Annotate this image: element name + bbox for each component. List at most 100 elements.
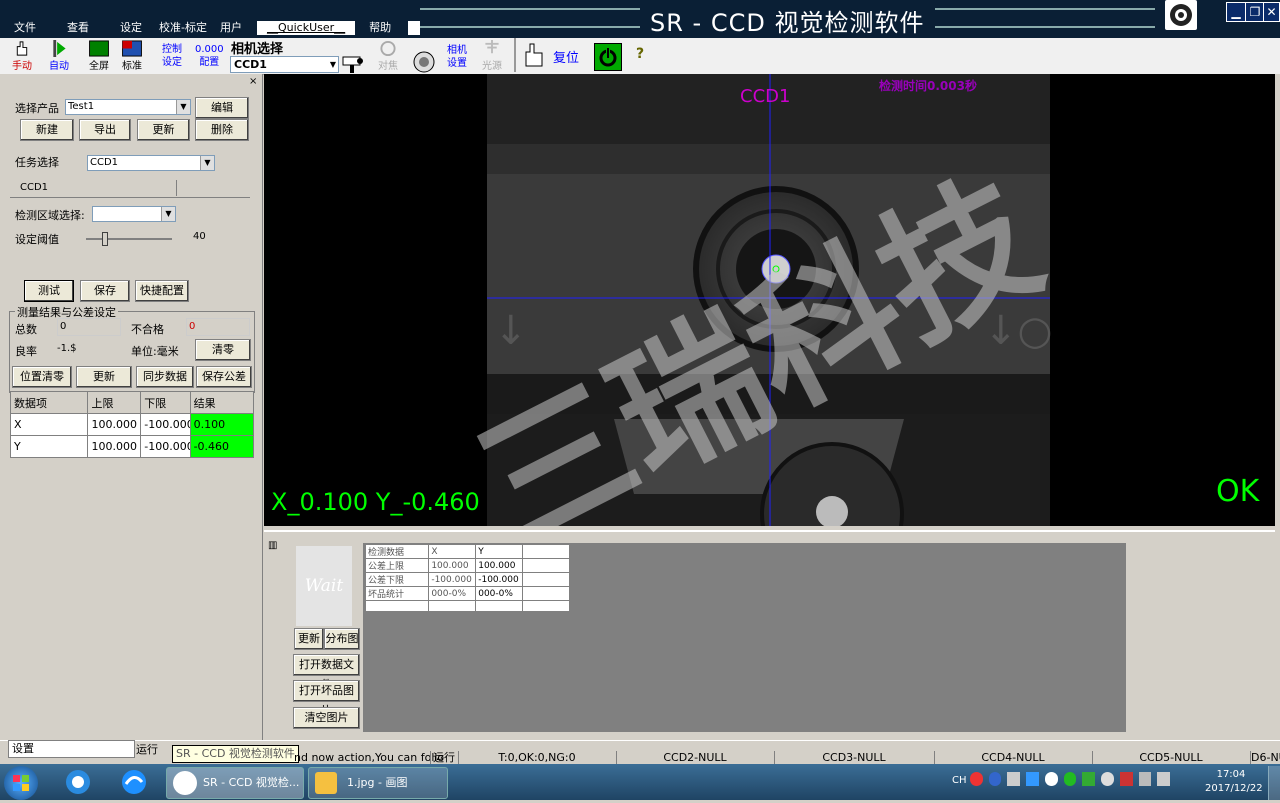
help-icon[interactable] bbox=[988, 772, 1002, 786]
capture-button[interactable] bbox=[410, 42, 438, 74]
volume-icon[interactable] bbox=[1157, 772, 1171, 786]
menu-quickuser[interactable]: __QuickUser__ bbox=[256, 21, 356, 35]
manual-button[interactable]: 手动 bbox=[8, 40, 36, 72]
table-cell: 100.000 bbox=[87, 435, 142, 458]
quick-config-button[interactable]: 快捷配置 bbox=[135, 280, 189, 302]
table-header: X bbox=[428, 544, 477, 559]
standard-view-icon bbox=[122, 40, 142, 57]
status-run-label: 运行 bbox=[430, 751, 457, 764]
table-cell: 000-0% bbox=[475, 586, 524, 601]
auto-button[interactable]: 自动 bbox=[46, 40, 72, 72]
window-title: SR - CCD 视觉检测软件 bbox=[650, 9, 925, 37]
region-select[interactable]: ▼ bbox=[92, 206, 176, 222]
product-select[interactable]: Test1 ▼ bbox=[65, 99, 191, 115]
browser-icon[interactable] bbox=[62, 768, 94, 796]
open-bad-image-button[interactable]: 打开坏品图片 bbox=[293, 680, 360, 717]
language-indicator[interactable]: CH bbox=[952, 775, 967, 786]
clear-images-button[interactable]: 清空图片 bbox=[293, 707, 360, 729]
flag-icon[interactable] bbox=[1119, 772, 1133, 786]
menu-user[interactable]: 用户 bbox=[218, 19, 253, 37]
taskbar-app-ccd[interactable]: SR - CCD 视觉检... bbox=[166, 767, 304, 799]
light-icon bbox=[485, 40, 499, 54]
fail-value: 0 bbox=[186, 318, 250, 336]
clear-button[interactable]: 清零 bbox=[195, 339, 251, 361]
close-button[interactable]: ✕ bbox=[1263, 2, 1280, 22]
reset-hand-icon[interactable] bbox=[520, 40, 550, 70]
position-clear-button[interactable]: 位置清零 bbox=[12, 366, 72, 388]
new-button[interactable]: 新建 bbox=[20, 119, 74, 141]
menu-calibration[interactable]: 校准-标定 bbox=[153, 19, 218, 37]
eye-tray-icon[interactable] bbox=[1044, 772, 1058, 786]
tolerance-table: 检测数据 X Y 公差上限 100.000 100.000 公差下限 -100.… bbox=[364, 544, 570, 612]
region-label: 检测区域选择: bbox=[15, 209, 85, 222]
menu-settings[interactable]: 设定 bbox=[100, 19, 153, 37]
table-header-row: 数据项 上限 下限 结果 bbox=[9, 391, 255, 414]
settings-tray-icon[interactable] bbox=[1007, 772, 1021, 786]
start-button-icon[interactable] bbox=[4, 766, 38, 800]
edit-button[interactable]: 编辑 bbox=[195, 97, 249, 119]
focus-button[interactable]: 对焦 bbox=[374, 40, 402, 72]
sogou-icon[interactable] bbox=[970, 772, 983, 786]
save-tolerance-button[interactable]: 保存公差 bbox=[196, 366, 252, 388]
table-row[interactable]: X 100.000 -100.000 0.100 bbox=[9, 413, 255, 436]
distribution-button[interactable]: 分布图 bbox=[324, 628, 360, 650]
save-button[interactable]: 保存 bbox=[80, 280, 130, 302]
shield-icon[interactable] bbox=[1101, 772, 1114, 786]
wechat-icon[interactable] bbox=[1063, 772, 1077, 786]
title-decoration-left bbox=[420, 8, 640, 28]
table-cell: 000-0% bbox=[428, 586, 477, 601]
panel-close-icon[interactable]: × bbox=[249, 76, 257, 87]
table-cell: -100.000 bbox=[140, 413, 191, 436]
fail-label: 不合格 bbox=[131, 323, 164, 336]
network-icon[interactable] bbox=[1138, 772, 1152, 786]
clock[interactable]: 17:04 2017/12/22 bbox=[1205, 768, 1263, 796]
tab-ccd1[interactable]: CCD1 bbox=[10, 180, 177, 196]
tab-settings[interactable]: 设置 bbox=[8, 740, 135, 758]
security-icon[interactable] bbox=[1082, 772, 1096, 786]
show-desktop-button[interactable] bbox=[1268, 766, 1280, 800]
system-tray bbox=[970, 772, 1171, 792]
star-icon[interactable] bbox=[1026, 772, 1039, 786]
standard-button[interactable]: 标准 bbox=[119, 40, 145, 72]
clock-date: 2017/12/22 bbox=[1205, 783, 1263, 794]
light-source-button[interactable]: 光源 bbox=[478, 40, 506, 72]
power-icon[interactable] bbox=[594, 43, 622, 71]
results-table: 数据项 上限 下限 结果 X 100.000 -100.000 0.100 Y … bbox=[9, 391, 255, 458]
browser2-icon[interactable] bbox=[118, 768, 150, 796]
minimize-button[interactable]: ▁ bbox=[1226, 2, 1246, 22]
delete-button[interactable]: 删除 bbox=[195, 119, 249, 141]
threshold-slider[interactable] bbox=[86, 232, 172, 246]
test-button[interactable]: 测试 bbox=[24, 280, 74, 302]
config-button[interactable]: 0.000 配置 bbox=[195, 43, 224, 69]
camera-icon-button[interactable] bbox=[340, 42, 366, 74]
camera-view[interactable]: ↓ ↓○ 三瑞科技 CCD1 检测时间0.003秒 X_0.100 Y_-0.4… bbox=[264, 74, 1275, 526]
eye-logo-icon[interactable] bbox=[1165, 0, 1197, 30]
table-cell-empty bbox=[475, 600, 524, 612]
menu-help[interactable]: 帮助 bbox=[355, 19, 402, 37]
fullscreen-button[interactable]: 全屏 bbox=[86, 40, 112, 72]
control-settings-button[interactable]: 控制 设定 bbox=[162, 43, 182, 69]
task-select[interactable]: CCD1 ▼ bbox=[87, 155, 215, 171]
menu-view[interactable]: 查看 bbox=[47, 19, 100, 37]
help-question-icon[interactable]: ? bbox=[636, 46, 644, 62]
hand-icon bbox=[16, 41, 28, 56]
camera-select-dropdown[interactable]: CCD1 ▼ bbox=[230, 56, 339, 73]
table-row[interactable]: Y 100.000 -100.000 -0.460 bbox=[9, 435, 255, 458]
update3-button[interactable]: 更新 bbox=[294, 628, 324, 650]
update2-button[interactable]: 更新 bbox=[76, 366, 132, 388]
table-cell: -100.000 bbox=[428, 572, 477, 587]
open-data-file-button[interactable]: 打开数据文件 bbox=[293, 654, 360, 691]
menu-file[interactable]: 文件 bbox=[0, 19, 47, 37]
camera-settings-button[interactable]: 相机 设置 bbox=[447, 44, 467, 70]
taskbar-app-paint[interactable]: 1.jpg - 画图 bbox=[308, 767, 448, 799]
restore-button[interactable]: ❐ bbox=[1245, 2, 1265, 22]
tab-run[interactable]: 运行 bbox=[136, 741, 158, 757]
reset-button[interactable]: 复位 bbox=[553, 47, 579, 66]
status-ok: OK bbox=[1216, 474, 1260, 509]
status-ccd6: D6-NU bbox=[1250, 751, 1280, 764]
export-button[interactable]: 导出 bbox=[79, 119, 131, 141]
update-button[interactable]: 更新 bbox=[137, 119, 190, 141]
threshold-slider-thumb[interactable] bbox=[102, 232, 109, 246]
sync-data-button[interactable]: 同步数据 bbox=[136, 366, 194, 388]
menu-spacer bbox=[408, 21, 420, 35]
